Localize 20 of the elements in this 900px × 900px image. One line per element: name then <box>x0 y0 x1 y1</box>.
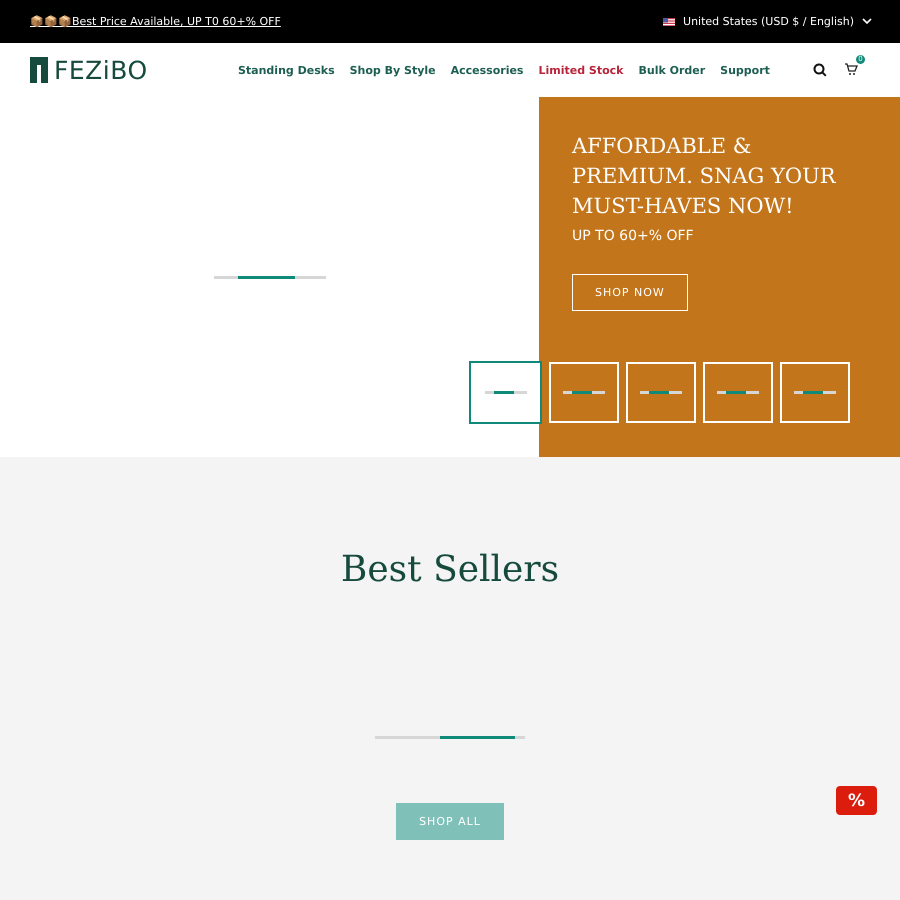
search-icon[interactable] <box>813 63 827 77</box>
hero-subheadline: UP TO 60+% OFF <box>572 228 695 244</box>
logo-icon <box>30 57 48 83</box>
promo-link[interactable]: 📦📦📦Best Price Available, UP T0 60+% OFF <box>30 15 281 28</box>
nav-link[interactable]: Standing Desks <box>238 64 335 76</box>
chevron-down-icon <box>862 18 872 25</box>
cart-icon[interactable] <box>844 62 858 76</box>
hero-headline: AFFORDABLE & PREMIUM. SNAG YOUR MUST-HAVES NOW! <box>572 133 837 220</box>
shop-now-button[interactable]: SHOP NOW <box>572 274 688 311</box>
nav-link[interactable]: Accessories <box>450 64 524 76</box>
slide-thumbnail[interactable] <box>469 361 542 424</box>
coupon-button[interactable]: % <box>836 786 877 815</box>
flag-icon <box>663 18 676 26</box>
logo[interactable]: FEZiBO <box>54 56 148 84</box>
nav-link[interactable]: Support <box>720 64 770 76</box>
section-title: Best Sellers <box>340 549 560 590</box>
nav-link[interactable]: Bulk Order <box>638 64 706 76</box>
nav-link[interactable]: Limited Stock <box>538 64 624 76</box>
nav-link[interactable]: Shop By Style <box>350 64 436 76</box>
locale-selector[interactable]: United States (USD $ / English) <box>663 15 872 28</box>
